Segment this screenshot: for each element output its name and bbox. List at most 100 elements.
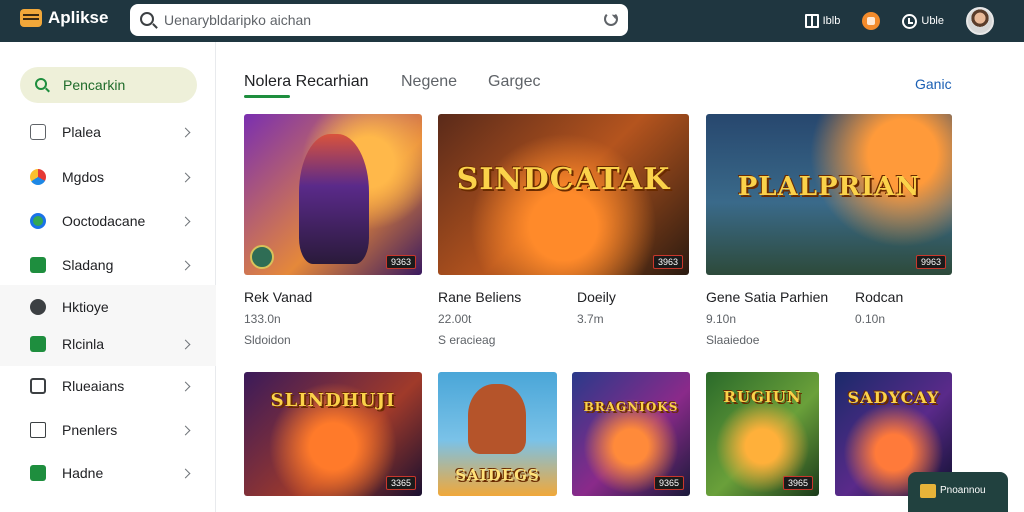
gift-icon — [920, 484, 936, 498]
app-publisher: S eracieag — [438, 333, 496, 347]
app-card-thumbnail[interactable]: BRAGNIOKS 9365 — [572, 372, 690, 496]
chevron-right-icon — [180, 172, 191, 182]
game-art-title: SLINDHUJI — [270, 390, 396, 411]
hero-figure — [299, 134, 369, 264]
game-art-title: PLALPRIAN — [737, 172, 921, 202]
app-name[interactable]: Gene Satia Parhien — [706, 289, 828, 305]
chevron-right-icon — [180, 216, 191, 226]
app-logo[interactable]: Aplikse — [20, 8, 108, 28]
chevron-right-icon — [180, 468, 191, 478]
game-art-title: SINDCATAK — [456, 162, 671, 197]
ring-icon — [30, 213, 46, 229]
sidebar-item-label: Pnenlers — [62, 422, 118, 438]
game-art-title: SADYCAY — [847, 388, 940, 407]
sidebar-item-label: Hktioye — [62, 299, 109, 315]
sidebar-item-label: Ooctodacane — [62, 213, 146, 229]
active-tab-indicator — [244, 95, 290, 98]
app-size: 0.10n — [855, 312, 886, 326]
library-button[interactable]: Iblb — [804, 14, 841, 28]
tab-recommended[interactable]: Nolera Recarhian — [244, 73, 369, 98]
app-card-thumbnail[interactable]: 9363 — [244, 114, 422, 275]
game-art-title: SAIDEGS — [455, 466, 540, 484]
search-bar[interactable] — [130, 4, 628, 36]
app-size: 133.0n — [244, 312, 281, 326]
games-button[interactable] — [862, 12, 881, 30]
book-icon — [804, 14, 819, 28]
app-card-thumbnail[interactable]: SINDCATAK 3963 — [438, 114, 689, 275]
app-name[interactable]: Rodcan — [855, 289, 903, 305]
game-art-title: RUGIUN — [723, 388, 802, 406]
sidebar-item-mgdos[interactable]: Mgdos — [0, 155, 216, 199]
sidebar-item-label: Plalea — [62, 124, 101, 140]
app-name[interactable]: Doeily — [577, 289, 616, 305]
tab-label: Nolera Recarhian — [244, 73, 369, 90]
outline-square-icon — [30, 422, 46, 438]
tab-negene[interactable]: Negene — [401, 73, 457, 91]
green-square-icon — [30, 257, 46, 273]
app-publisher: Sldoidon — [244, 333, 291, 347]
app-card-thumbnail[interactable]: PLALPRIAN 9963 — [706, 114, 952, 275]
game-art-title: BRAGNIOKS — [583, 400, 679, 414]
game-icon — [862, 12, 881, 30]
tab-label: Gargeс — [488, 73, 541, 90]
toast-label: Pnoannou — [940, 485, 986, 496]
dark-dot-icon — [30, 299, 46, 315]
sidebar-item-label: Hadne — [62, 465, 104, 481]
app-size: 9.10n — [706, 312, 737, 326]
sidebar: Pencarkin Plalea Mgdos Ooctodacane Slada… — [0, 42, 216, 512]
rating-badge: 9365 — [653, 476, 684, 490]
search-icon — [140, 12, 154, 26]
app-publisher: Slaaiedoe — [706, 333, 760, 347]
promo-toast[interactable]: Pnoannou — [908, 472, 1008, 512]
rating-badge: 3965 — [782, 476, 813, 490]
mascot-figure — [468, 384, 526, 454]
chevron-right-icon — [180, 381, 191, 391]
history-button[interactable]: Uble — [902, 13, 944, 29]
app-size: 22.00t — [438, 312, 472, 326]
clock-icon — [902, 13, 918, 29]
publisher-logo-icon — [250, 245, 274, 269]
sidebar-item-sladang[interactable]: Sladang — [0, 243, 216, 287]
green-square-icon — [30, 465, 46, 481]
chevron-right-icon — [180, 425, 191, 435]
avatar[interactable] — [966, 7, 994, 35]
sidebar-search-label: Pencarkin — [63, 77, 126, 93]
refresh-icon[interactable] — [604, 12, 618, 26]
chevron-right-icon — [180, 260, 191, 270]
sidebar-item-rlueaians[interactable]: Rlueaians — [0, 364, 216, 408]
colorful-dots-icon — [30, 169, 46, 185]
sidebar-item-ooctodacane[interactable]: Ooctodacane — [0, 199, 216, 243]
search-icon — [35, 78, 47, 90]
grid-icon — [30, 336, 46, 352]
camera-icon — [30, 124, 46, 140]
app-card-thumbnail[interactable]: SAIDEGS — [438, 372, 557, 496]
document-icon — [30, 378, 46, 394]
sidebar-search-button[interactable]: Pencarkin — [20, 67, 197, 103]
rating-badge: 3963 — [652, 255, 683, 269]
sidebar-item-rlcinla[interactable]: Rlcinla — [0, 322, 216, 366]
sidebar-item-label: Rlcinla — [62, 336, 105, 352]
sidebar-item-pnenlers[interactable]: Pnenlers — [0, 408, 216, 452]
sidebar-item-label: Sladang — [62, 257, 114, 273]
top-bar: Aplikse Iblb Uble — [0, 0, 1024, 42]
tab-label: Negene — [401, 73, 458, 90]
app-name[interactable]: Rek Vanad — [244, 289, 312, 305]
sidebar-item-hadne[interactable]: Hadne — [0, 451, 216, 495]
rating-badge: 9363 — [385, 255, 416, 269]
library-label: Iblb — [822, 15, 841, 27]
header-actions: Iblb Uble — [783, 0, 994, 42]
sidebar-item-label: Rlueaians — [62, 378, 125, 394]
sidebar-item-plalea[interactable]: Plalea — [0, 110, 216, 154]
app-card-thumbnail[interactable]: SLINDHUJI 3365 — [244, 372, 422, 496]
app-name[interactable]: Rane Beliens — [438, 289, 521, 305]
see-all-link[interactable]: Ganic — [915, 76, 952, 92]
app-title: Aplikse — [48, 8, 109, 27]
app-size: 3.7m — [577, 312, 604, 326]
sidebar-item-label: Mgdos — [62, 169, 105, 185]
menu-logo-icon — [20, 9, 42, 27]
app-card-thumbnail[interactable]: RUGIUN 3965 — [706, 372, 819, 496]
chevron-right-icon — [180, 339, 191, 349]
history-label: Uble — [921, 15, 944, 27]
search-input[interactable] — [164, 10, 584, 30]
tab-games[interactable]: Gargeс — [488, 73, 540, 91]
